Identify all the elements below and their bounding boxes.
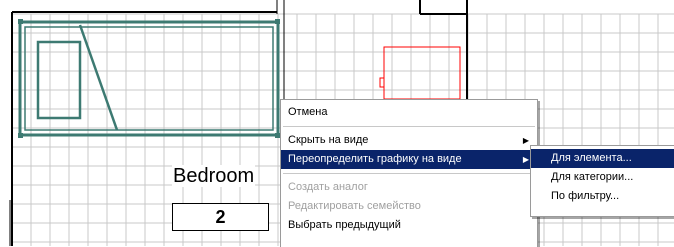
- menu-item-create-similar[interactable]: Создать аналог: [281, 178, 537, 197]
- submenu-item-by-element[interactable]: Для элемента...: [531, 149, 674, 168]
- submenu-item-by-category[interactable]: Для категории...: [531, 168, 674, 187]
- submenu-arrow-icon: ▶: [522, 155, 529, 164]
- room-name-tag[interactable]: Bedroom: [172, 165, 256, 187]
- menu-item-edit-family[interactable]: Редактировать семейство: [281, 197, 537, 216]
- override-graphics-submenu: Для элемента... Для категории... По филь…: [530, 145, 674, 217]
- menu-item-override-graphics[interactable]: Переопределить графику на виде ▶: [281, 150, 537, 169]
- menu-separator: [283, 126, 535, 127]
- menu-item-select-previous[interactable]: Выбрать предыдущий: [281, 216, 537, 235]
- context-menu: Отмена Скрыть на виде ▶ Переопределить гр…: [280, 99, 538, 247]
- menu-item-undo[interactable]: Отмена: [281, 103, 537, 122]
- submenu-item-by-filter[interactable]: По фильтру...: [531, 187, 674, 206]
- menu-item-hide-in-view[interactable]: Скрыть на виде ▶: [281, 131, 537, 150]
- room-number-tag[interactable]: 2: [172, 203, 269, 231]
- submenu-arrow-icon: ▶: [522, 136, 529, 145]
- menu-separator: [283, 173, 535, 174]
- selected-element[interactable]: [18, 19, 280, 138]
